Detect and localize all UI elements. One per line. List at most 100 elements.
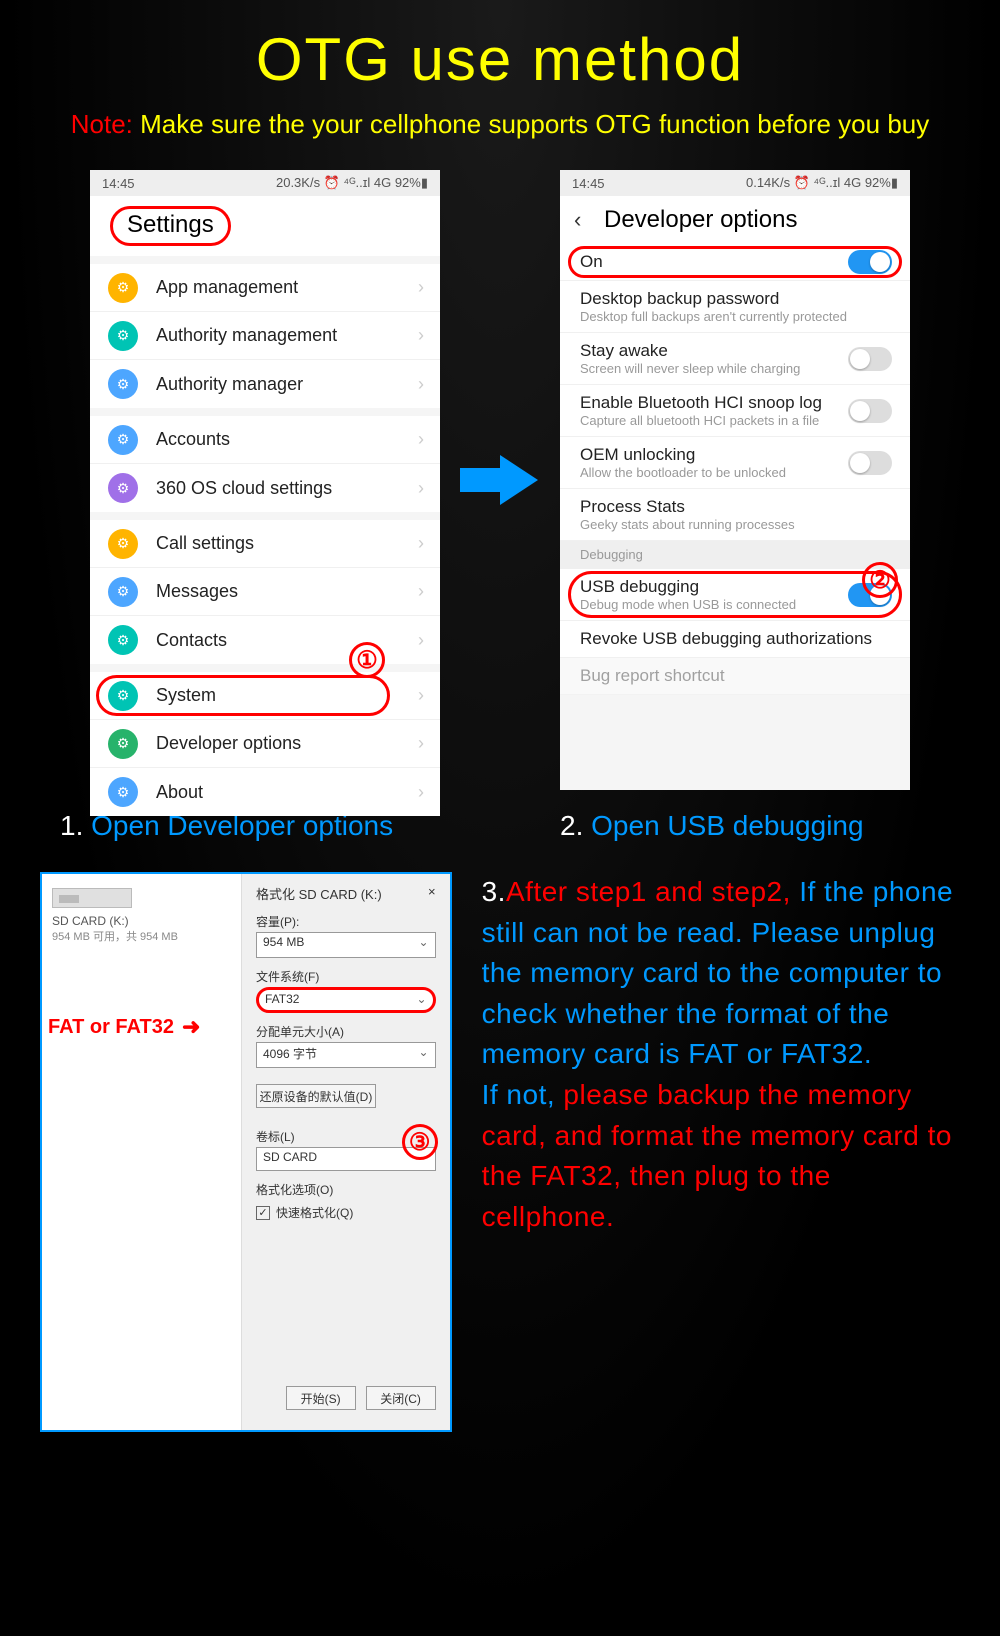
item-icon: ⚙ xyxy=(108,369,138,399)
settings-item[interactable]: ⚙Messages› xyxy=(90,568,440,616)
dev-item-title: USB debugging xyxy=(580,577,890,597)
dialog-title: 格式化 SD CARD (K:) xyxy=(256,884,382,903)
dev-option-item[interactable]: Revoke USB debugging authorizations xyxy=(560,621,910,658)
chevron-right-icon: › xyxy=(418,733,424,754)
restore-defaults-button[interactable]: 还原设备的默认值(D) xyxy=(256,1084,376,1108)
item-label: 360 OS cloud settings xyxy=(156,478,422,499)
item-icon: ⚙ xyxy=(108,273,138,303)
start-button[interactable]: 开始(S) xyxy=(286,1386,356,1410)
dev-item-title: Process Stats xyxy=(580,497,890,517)
phone-settings: 14:45 20.3K/s ⏰ ⁴ᴳ..ɪl 4G 92%▮ Settings … xyxy=(90,170,440,790)
chevron-right-icon: › xyxy=(418,581,424,602)
dev-option-item[interactable]: USB debuggingDebug mode when USB is conn… xyxy=(560,569,910,621)
chevron-right-icon: › xyxy=(418,478,424,499)
item-label: App management xyxy=(156,277,422,298)
dev-option-item[interactable]: Enable Bluetooth HCI snoop logCapture al… xyxy=(560,385,910,437)
settings-item[interactable]: ⚙Authority manager› xyxy=(90,360,440,408)
step3-number: 3. xyxy=(482,876,506,907)
settings-item[interactable]: ⚙ Call settings› xyxy=(90,520,440,568)
toggle-switch[interactable] xyxy=(848,347,892,371)
toggle-knob xyxy=(850,453,870,473)
format-left-pane: SD CARD (K:) 954 MB 可用，共 954 MB xyxy=(42,874,242,1430)
dev-item-title: Bug report shortcut xyxy=(580,666,890,686)
dev-item-subtitle: Screen will never sleep while charging xyxy=(580,361,890,376)
dev-option-item[interactable]: On xyxy=(560,244,910,281)
settings-item[interactable]: ⚙Contacts› xyxy=(90,616,440,664)
allocation-label: 分配单元大小(A) xyxy=(256,1023,436,1040)
item-label: Call settings xyxy=(156,533,422,554)
step3-text: 3.After step1 and step2, If the phone st… xyxy=(482,872,960,1432)
format-panel: FAT or FAT32 ➜ SD CARD (K:) 954 MB 可用，共 … xyxy=(40,872,452,1432)
drive-icon[interactable] xyxy=(52,888,132,908)
item-icon: ⚙ xyxy=(108,425,138,455)
chevron-right-icon: › xyxy=(418,325,424,346)
arrow-right-icon: ➜ xyxy=(182,1014,200,1040)
fat-label: FAT or FAT32 xyxy=(48,1016,174,1039)
fat-label-overlay: FAT or FAT32 ➜ xyxy=(48,1014,200,1040)
phone-header: ‹ Developer options xyxy=(560,196,910,244)
status-bar: 14:45 0.14K/s ⏰ ⁴ᴳ..ɪl 4G 92%▮ xyxy=(560,170,910,196)
phone-header: Settings xyxy=(90,196,440,256)
toggle-switch[interactable] xyxy=(848,250,892,274)
drive-sub: 954 MB 可用，共 954 MB xyxy=(52,928,231,944)
item-icon: ⚙ xyxy=(108,473,138,503)
settings-item[interactable]: ⚙ 360 OS cloud settings› xyxy=(90,464,440,512)
item-icon: ⚙ xyxy=(108,777,138,807)
close-button[interactable]: 关闭(C) xyxy=(366,1386,436,1410)
item-icon: ⚙ xyxy=(108,625,138,655)
back-icon[interactable]: ‹ xyxy=(574,207,581,233)
dev-item-title: OEM unlocking xyxy=(580,445,890,465)
allocation-select[interactable]: 4096 字节 xyxy=(256,1042,436,1068)
phone-developer-options: 14:45 0.14K/s ⏰ ⁴ᴳ..ɪl 4G 92%▮ ‹ Develop… xyxy=(560,170,910,790)
settings-item[interactable]: ⚙System› xyxy=(90,672,440,720)
arrow-icon xyxy=(460,450,540,510)
step3-blue2: If not, xyxy=(482,1079,564,1110)
page-title: OTG use method xyxy=(0,0,1000,109)
dev-item-subtitle: Desktop full backups aren't currently pr… xyxy=(580,309,890,324)
dialog-title-bar: 格式化 SD CARD (K:) × xyxy=(256,884,436,903)
dev-item-subtitle: Capture all bluetooth HCI packets in a f… xyxy=(580,413,890,428)
settings-item[interactable]: ⚙ About› xyxy=(90,768,440,816)
settings-item[interactable]: ⚙Authority management› xyxy=(90,312,440,360)
dev-option-item[interactable]: OEM unlockingAllow the bootloader to be … xyxy=(560,437,910,489)
note-line: Note: Make sure the your cellphone suppo… xyxy=(0,109,1000,170)
dev-item-title: Revoke USB debugging authorizations xyxy=(580,629,890,649)
toggle-switch[interactable] xyxy=(848,451,892,475)
note-label: Note: xyxy=(71,109,133,139)
dev-item-title: Enable Bluetooth HCI snoop log xyxy=(580,393,890,413)
item-icon: ⚙ xyxy=(108,529,138,559)
toggle-knob xyxy=(850,349,870,369)
dev-option-item[interactable]: Process StatsGeeky stats about running p… xyxy=(560,489,910,541)
filesystem-select[interactable]: FAT32 xyxy=(256,987,436,1013)
capacity-label: 容量(P): xyxy=(256,913,436,930)
item-icon: ⚙ xyxy=(108,577,138,607)
settings-item[interactable]: ⚙Accounts› xyxy=(90,416,440,464)
chevron-right-icon: › xyxy=(418,782,424,803)
dev-option-item[interactable]: Desktop backup passwordDesktop full back… xyxy=(560,281,910,333)
status-indicators: 20.3K/s ⏰ ⁴ᴳ..ɪl 4G 92%▮ xyxy=(276,175,428,191)
chevron-right-icon: › xyxy=(418,533,424,554)
capacity-select[interactable]: 954 MB xyxy=(256,932,436,958)
settings-header-highlight: Settings xyxy=(110,206,231,246)
format-dialog: 格式化 SD CARD (K:) × 容量(P): 954 MB 文件系统(F)… xyxy=(242,874,450,1430)
close-icon[interactable]: × xyxy=(428,884,436,903)
settings-item[interactable]: ⚙Developer options› xyxy=(90,720,440,768)
quick-format-checkbox[interactable]: ✓ 快速格式化(Q) xyxy=(256,1204,436,1221)
dev-option-item[interactable]: Stay awakeScreen will never sleep while … xyxy=(560,333,910,385)
filesystem-label: 文件系统(F) xyxy=(256,968,436,985)
toggle-switch[interactable] xyxy=(848,399,892,423)
dev-option-item[interactable]: Bug report shortcut xyxy=(560,658,910,695)
item-icon: ⚙ xyxy=(108,321,138,351)
caption-2: 2. Open USB debugging xyxy=(520,810,980,842)
dialog-buttons: 开始(S) 关闭(C) xyxy=(286,1386,436,1410)
dev-item-title: Stay awake xyxy=(580,341,890,361)
status-time: 14:45 xyxy=(572,176,605,191)
step-badge-2: ② xyxy=(862,562,898,598)
item-label: About xyxy=(156,782,422,803)
item-label: Authority manager xyxy=(156,374,422,395)
drive-title: SD CARD (K:) xyxy=(52,914,231,928)
status-time: 14:45 xyxy=(102,176,135,191)
checkbox-icon: ✓ xyxy=(256,1206,270,1220)
settings-item[interactable]: ⚙App management› xyxy=(90,264,440,312)
dev-item-title: On xyxy=(580,252,890,272)
